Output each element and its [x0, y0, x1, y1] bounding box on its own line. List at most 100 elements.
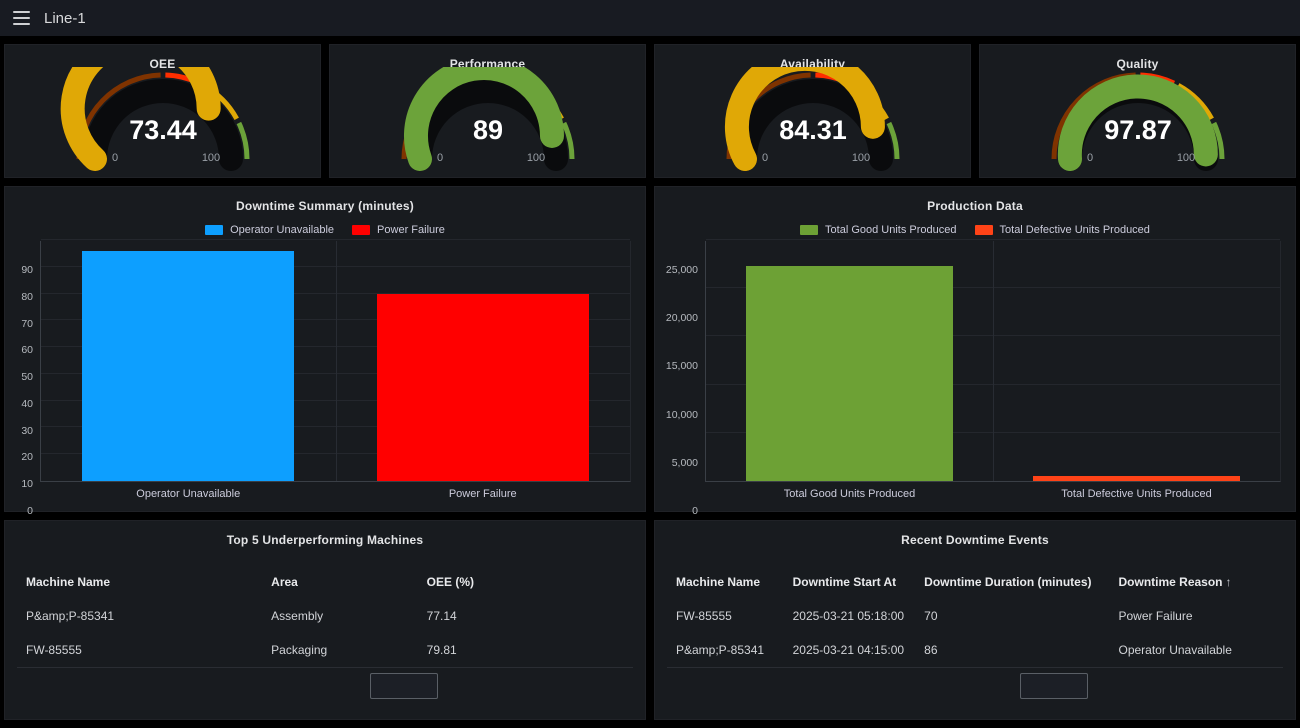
panel-title[interactable]: Production Data — [655, 187, 1295, 213]
legend-item[interactable]: Total Defective Units Produced — [975, 224, 1150, 236]
panel-production-data: Production Data Total Good Units Produce… — [654, 186, 1296, 512]
gauge: 97.87 0 100 — [980, 67, 1295, 179]
table-cell: Packaging — [271, 643, 426, 657]
y-axis-tick-label: 80 — [9, 291, 33, 303]
table-divider — [17, 667, 633, 668]
bar-chart: 05,00010,00015,00020,00025,000Total Good… — [659, 241, 1281, 511]
legend-swatch-icon — [975, 225, 993, 235]
column-header[interactable]: Machine Name — [26, 575, 271, 589]
table-cell: 86 — [924, 643, 1118, 657]
gauge-svg: 84.31 0 100 — [693, 67, 933, 179]
column-header[interactable]: Machine Name — [676, 575, 793, 589]
gauge-min-label: 0 — [111, 152, 117, 164]
table-row: FW-85555Packaging79.81 — [26, 633, 624, 667]
panel-downtime-summary: Downtime Summary (minutes) Operator Unav… — [4, 186, 646, 512]
gauge-max-label: 100 — [1176, 152, 1194, 164]
panel-oee: OEE 73.440100 — [4, 44, 321, 178]
panel-title[interactable]: Top 5 Underperforming Machines — [5, 521, 645, 547]
gauge-value: 97.87 — [1104, 115, 1172, 145]
dashboard-title: Line-1 — [44, 10, 86, 27]
gauge-value: 84.31 — [779, 115, 847, 145]
table-cell: 2025-03-21 04:15:00 — [793, 643, 925, 657]
table-cell: 77.14 — [427, 609, 624, 623]
table-header-row: Machine NameAreaOEE (%) — [26, 565, 624, 599]
y-axis-tick-label: 40 — [9, 398, 33, 410]
gauge-value: 89 — [472, 115, 502, 145]
column-header[interactable]: OEE (%) — [427, 575, 624, 589]
gauge: 89 0 100 — [330, 67, 645, 179]
legend-swatch-icon — [800, 225, 818, 235]
gauge-min-label: 0 — [436, 152, 442, 164]
bar[interactable] — [377, 294, 589, 481]
bar[interactable] — [746, 266, 953, 482]
column-header[interactable]: Downtime Reason↑ — [1119, 575, 1274, 589]
y-axis-tick-label: 0 — [9, 505, 33, 517]
y-axis-tick-label: 10 — [9, 478, 33, 490]
gauge-max-label: 100 — [526, 152, 544, 164]
x-axis-category-label: Total Good Units Produced — [706, 488, 993, 500]
legend-label: Total Defective Units Produced — [1000, 224, 1150, 236]
table-cell: P&amp;P-85341 — [676, 643, 793, 657]
gauge-max-label: 100 — [851, 152, 869, 164]
category-divider-gridline — [336, 241, 337, 481]
y-axis-tick-label: 5,000 — [659, 457, 698, 469]
bar[interactable] — [1033, 476, 1240, 481]
legend-label: Operator Unavailable — [230, 224, 334, 236]
gauge-svg: 97.87 0 100 — [1018, 67, 1258, 179]
column-header[interactable]: Area — [271, 575, 426, 589]
y-axis-tick-label: 20 — [9, 451, 33, 463]
legend-label: Total Good Units Produced — [825, 224, 956, 236]
gridline — [41, 239, 630, 240]
table-cell: 2025-03-21 05:18:00 — [793, 609, 925, 623]
plot-area: Total Good Units ProducedTotal Defective… — [705, 241, 1281, 482]
x-axis-category-label: Power Failure — [336, 488, 631, 500]
y-axis-tick-label: 70 — [9, 318, 33, 330]
table-row-panels: Top 5 Underperforming Machines Machine N… — [4, 520, 1296, 720]
gauge-min-label: 0 — [1086, 152, 1092, 164]
legend-item[interactable]: Operator Unavailable — [205, 224, 334, 236]
y-axis-tick-label: 20,000 — [659, 312, 698, 324]
category-divider-gridline — [993, 241, 994, 481]
panel-underperforming-machines: Top 5 Underperforming Machines Machine N… — [4, 520, 646, 720]
y-axis-tick-label: 30 — [9, 425, 33, 437]
column-header[interactable]: Downtime Start At — [793, 575, 925, 589]
gauge: 73.440100 — [5, 67, 320, 179]
y-axis-tick-label: 50 — [9, 371, 33, 383]
table-cell: FW-85555 — [26, 643, 271, 657]
legend-item[interactable]: Total Good Units Produced — [800, 224, 956, 236]
table-cell: 70 — [924, 609, 1118, 623]
gauge-min-label: 0 — [761, 152, 767, 164]
panel-title[interactable]: Downtime Summary (minutes) — [5, 187, 645, 213]
table-row: P&amp;P-853412025-03-21 04:15:0086Operat… — [676, 633, 1274, 667]
table-cell: Operator Unavailable — [1119, 643, 1274, 657]
menu-icon[interactable] — [13, 11, 31, 25]
y-axis-tick-label: 10,000 — [659, 409, 698, 421]
gauge-svg: 89 0 100 — [368, 67, 608, 179]
gauge-value: 73.44 — [129, 115, 197, 145]
gridline — [706, 239, 1280, 240]
panel-title[interactable]: Recent Downtime Events — [655, 521, 1295, 547]
data-table: Machine NameAreaOEE (%)P&amp;P-85341Asse… — [26, 565, 624, 667]
panel-performance: Performance 890100 — [329, 44, 646, 178]
table-header-row: Machine NameDowntime Start AtDowntime Du… — [676, 565, 1274, 599]
table-row: FW-855552025-03-21 05:18:0070Power Failu… — [676, 599, 1274, 633]
column-header[interactable]: Downtime Duration (minutes) — [924, 575, 1118, 589]
gauge-svg: 73.440100 — [43, 67, 283, 179]
table-pagination-button[interactable] — [1020, 673, 1088, 699]
y-axis-tick-label: 0 — [659, 505, 698, 517]
bar[interactable] — [82, 251, 294, 481]
gauge-row: OEE 73.440100 Performance 890100 Availab… — [4, 44, 1296, 178]
table-cell: Power Failure — [1119, 609, 1274, 623]
y-axis-tick-label: 15,000 — [659, 360, 698, 372]
legend-item[interactable]: Power Failure — [352, 224, 445, 236]
table-pagination-button[interactable] — [370, 673, 438, 699]
sort-ascending-icon: ↑ — [1226, 575, 1232, 589]
panel-availability: Availability 84.310100 — [654, 44, 971, 178]
legend-swatch-icon — [205, 225, 223, 235]
chart-legend: Operator Unavailable Power Failure — [5, 224, 645, 236]
chart-row: Downtime Summary (minutes) Operator Unav… — [4, 186, 1296, 512]
table-cell: FW-85555 — [676, 609, 793, 623]
gauge: 84.31 0 100 — [655, 67, 970, 179]
panel-quality: Quality 97.870100 — [979, 44, 1296, 178]
table-cell: Assembly — [271, 609, 426, 623]
